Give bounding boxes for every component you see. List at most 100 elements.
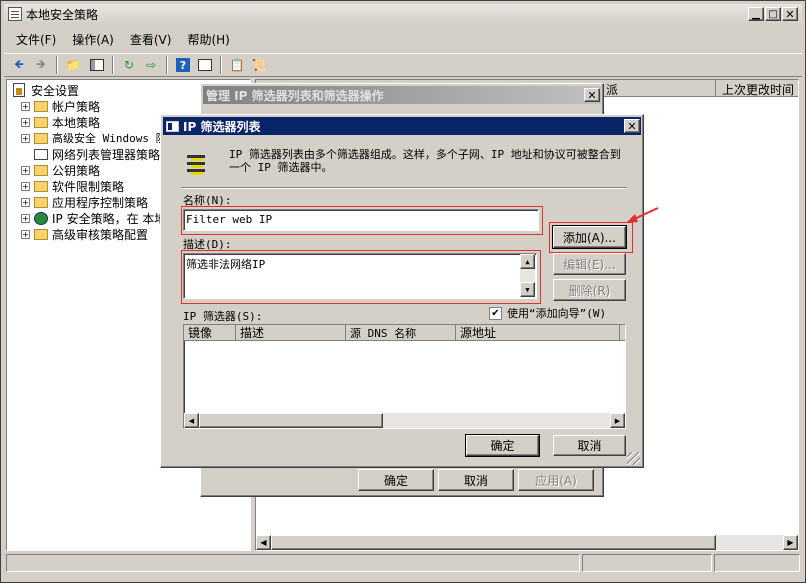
column-header-mirror[interactable]: 镜像: [184, 325, 236, 341]
remove-button[interactable]: 删除(R): [553, 279, 626, 301]
ip-ok-button[interactable]: 确定: [465, 434, 540, 457]
tree-label: 本地策略: [52, 115, 101, 130]
tree-item-app-control[interactable]: + 应用程序控制策略: [21, 194, 148, 210]
manage-dialog-close-button[interactable]: ✕: [584, 88, 600, 102]
manage-apply-button[interactable]: 应用(A): [518, 469, 594, 491]
tree-item-software-restriction[interactable]: + 软件限制策略: [21, 178, 124, 194]
ip-dialog-title: IP 筛选器列表: [183, 119, 261, 134]
ip-dialog-icon: [166, 120, 179, 132]
toolbar: 🡸 🡺 📁 ↻ ⇨ ? 📋 📜: [4, 53, 802, 77]
status-bar: [4, 554, 802, 574]
manage-cancel-button[interactable]: 取消: [438, 469, 514, 491]
scroll-thumb[interactable]: [199, 413, 383, 428]
wizard-checkbox[interactable]: ✔: [489, 306, 502, 320]
manage-dialog-title-bar[interactable]: 管理 IP 筛选器列表和筛选器操作 ✕: [203, 86, 601, 104]
show-tree-icon[interactable]: [88, 56, 106, 74]
tree-label: 网络列表管理器策略: [52, 147, 161, 162]
app-icon: [8, 7, 22, 21]
tree-item-ip-security[interactable]: + IP 安全策略，在 本地: [21, 210, 166, 226]
folder-icon: [34, 148, 48, 160]
ip-filter-list-dialog: IP 筛选器列表 ✕ IP 筛选器列表由多个筛选器组成。这样，多个子网、IP 地…: [160, 114, 644, 468]
scroll-left-button[interactable]: ◀: [256, 535, 271, 550]
tree-label: 高级安全 Windows 防: [52, 132, 167, 145]
column-header-description[interactable]: 描述: [236, 325, 346, 341]
policy-icon[interactable]: 📋: [228, 56, 246, 74]
expand-icon[interactable]: +: [21, 133, 30, 143]
help-icon[interactable]: ?: [174, 56, 192, 74]
expand-icon[interactable]: +: [21, 229, 30, 239]
menu-action[interactable]: 操作(A): [68, 29, 126, 49]
security-settings-icon: [13, 83, 25, 97]
tree-item-local-policy[interactable]: + 本地策略: [21, 114, 100, 130]
edit-button[interactable]: 编辑(E)...: [553, 253, 626, 275]
menu-help[interactable]: 帮助(H): [183, 29, 241, 49]
tree-item-public-key[interactable]: + 公钥策略: [21, 162, 100, 178]
tree-label: 应用程序控制策略: [52, 195, 149, 210]
wizard-label: 使用“添加向导”(W): [507, 307, 607, 320]
column-header-source-address[interactable]: 源地址: [456, 325, 620, 341]
export-list-icon[interactable]: ⇨: [142, 56, 160, 74]
forward-arrow-icon[interactable]: 🡺: [32, 56, 50, 74]
expand-icon[interactable]: +: [21, 165, 30, 175]
results-hscrollbar[interactable]: ◀ ▶: [256, 535, 798, 550]
filters-hscrollbar[interactable]: ◀ ▶: [184, 413, 625, 428]
folder-icon: [34, 132, 48, 144]
properties-icon[interactable]: [196, 56, 214, 74]
filters-listview[interactable]: 镜像 描述 源 DNS 名称 源地址 目 ◀ ▶: [183, 324, 626, 429]
tree-item-network-list[interactable]: 网络列表管理器策略: [34, 146, 160, 162]
column-header-partial[interactable]: 派: [606, 81, 618, 98]
menu-view[interactable]: 查看(V): [126, 29, 184, 49]
tree-item-audit-policy[interactable]: + 高级审核策略配置: [21, 226, 148, 242]
folder-lock-icon: [34, 116, 48, 128]
manage-ok-button[interactable]: 确定: [358, 469, 434, 491]
expand-icon[interactable]: +: [21, 117, 30, 127]
main-window-title: 本地安全策略: [26, 7, 99, 22]
name-highlight-box: [181, 206, 543, 235]
scroll-thumb[interactable]: [271, 535, 716, 550]
ip-dialog-close-button[interactable]: ✕: [624, 119, 640, 133]
tree-item-account-policy[interactable]: + 帐户策略: [21, 98, 100, 114]
scroll-left-button[interactable]: ◀: [184, 413, 199, 428]
ip-dialog-description: IP 筛选器列表由多个筛选器组成。这样，多个子网、IP 地址和协议可被整合到一个…: [229, 148, 621, 174]
expand-icon[interactable]: +: [21, 197, 30, 207]
filters-label: IP 筛选器(S):: [183, 310, 263, 323]
main-title-bar[interactable]: 本地安全策略 ▁ □ ✕: [4, 4, 802, 24]
expand-icon[interactable]: +: [21, 181, 30, 191]
tree-label: 高级审核策略配置: [52, 227, 149, 242]
folder-icon: [34, 164, 48, 176]
minimize-button[interactable]: ▁: [748, 7, 764, 21]
tree-label: 帐户策略: [52, 99, 101, 114]
back-arrow-icon[interactable]: 🡸: [10, 56, 28, 74]
scroll-right-button[interactable]: ▶: [783, 535, 798, 550]
ip-cancel-button[interactable]: 取消: [553, 435, 626, 456]
expand-icon[interactable]: +: [21, 101, 30, 111]
tree-item-firewall[interactable]: + 高级安全 Windows 防: [21, 130, 167, 146]
assign-icon[interactable]: 📜: [250, 56, 268, 74]
refresh-icon[interactable]: ↻: [120, 56, 138, 74]
resize-grip-icon[interactable]: [627, 452, 640, 465]
expand-icon[interactable]: +: [21, 213, 30, 223]
status-panel-main: [6, 554, 580, 572]
annotation-arrow-icon: [626, 207, 659, 223]
status-panel-3: [714, 554, 800, 572]
scroll-right-button[interactable]: ▶: [610, 413, 625, 428]
separator: [181, 187, 627, 189]
folder-icon: [34, 196, 48, 208]
maximize-button[interactable]: □: [765, 7, 781, 21]
manage-dialog-title: 管理 IP 筛选器列表和筛选器操作: [206, 88, 384, 103]
ip-security-icon: [34, 211, 48, 225]
tree-label: IP 安全策略，在 本地: [52, 211, 167, 226]
close-button[interactable]: ✕: [782, 7, 798, 21]
tree-label: 安全设置: [31, 83, 80, 98]
column-header-source-dns[interactable]: 源 DNS 名称: [346, 325, 456, 341]
folder-icon: [34, 228, 48, 240]
column-header-last-modified[interactable]: 上次更改时间: [722, 81, 794, 98]
ip-dialog-title-bar[interactable]: IP 筛选器列表 ✕: [163, 117, 641, 135]
up-folder-icon[interactable]: 📁: [64, 56, 82, 74]
menu-file[interactable]: 文件(F): [4, 29, 68, 49]
desc-highlight-box: [181, 250, 541, 304]
folder-lock-icon: [34, 100, 48, 112]
wizard-checkbox-row[interactable]: ✔ 使用“添加向导”(W): [489, 305, 606, 321]
column-header-destination[interactable]: 目: [620, 325, 625, 341]
tree-item-security-settings[interactable]: 安全设置: [13, 82, 79, 98]
